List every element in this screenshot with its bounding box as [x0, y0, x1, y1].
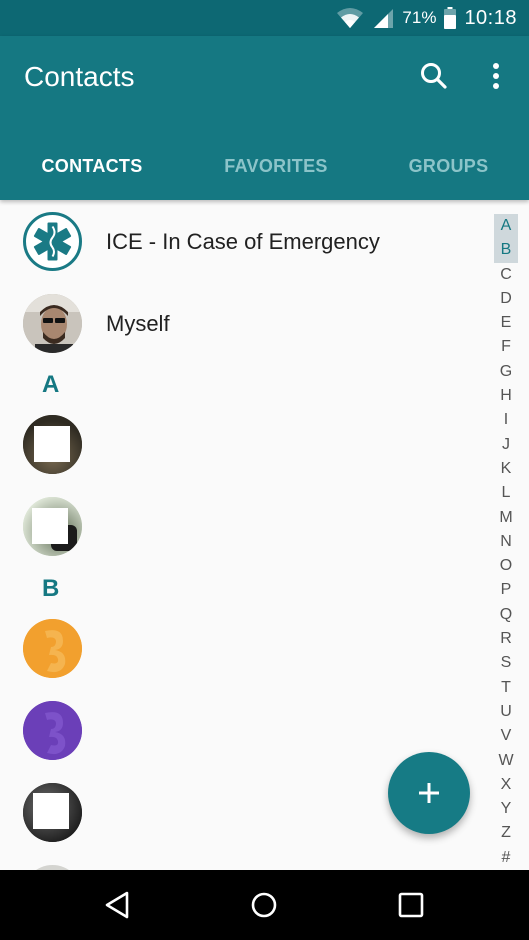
alphabet-letter[interactable]: E	[494, 311, 518, 335]
clock: 10:18	[464, 6, 517, 29]
section-header-b: B	[42, 575, 60, 602]
overflow-menu-icon[interactable]	[482, 60, 510, 92]
search-icon[interactable]	[418, 60, 450, 92]
contacts-screen: 71% 10:18 Contacts CONTACTS FAVORITES GR…	[0, 0, 529, 940]
tab-groups[interactable]: GROUPS	[368, 132, 529, 200]
alphabet-letter[interactable]: #	[494, 846, 518, 870]
medical-star-icon	[23, 212, 82, 271]
avatar-orange	[23, 619, 82, 678]
avatar-purple	[23, 701, 82, 760]
alphabet-letter[interactable]: M	[494, 506, 518, 530]
contact-name: Myself	[106, 311, 170, 336]
alphabet-letter[interactable]: F	[494, 335, 518, 359]
alphabet-scroller[interactable]: A B C D E F G H I J K L M N O P Q R S T U V W X Y Z #	[494, 214, 518, 870]
contact-row-myself[interactable]: Myself	[0, 282, 490, 364]
alphabet-letter[interactable]: V	[494, 724, 518, 748]
contact-row[interactable]	[0, 486, 490, 568]
alphabet-letter[interactable]: U	[494, 700, 518, 724]
app-bar: Contacts CONTACTS FAVORITES GROUPS	[0, 36, 529, 200]
alphabet-letter[interactable]: H	[494, 384, 518, 408]
alphabet-letter[interactable]: R	[494, 627, 518, 651]
alphabet-letter[interactable]: B	[494, 238, 518, 263]
contact-row-ice[interactable]: ICE - In Case of Emergency	[0, 200, 490, 282]
contact-row[interactable]	[0, 608, 490, 690]
battery-percent: 71%	[402, 8, 437, 27]
tab-contacts[interactable]: CONTACTS	[0, 132, 184, 200]
status-bar: 71% 10:18	[0, 0, 529, 36]
alphabet-letter[interactable]: A	[494, 214, 518, 239]
recents-icon[interactable]	[393, 887, 429, 923]
alphabet-letter[interactable]: O	[494, 554, 518, 578]
tab-bar: CONTACTS FAVORITES GROUPS	[0, 132, 529, 200]
add-contact-button[interactable]	[388, 752, 470, 834]
alphabet-letter[interactable]: T	[494, 676, 518, 700]
alphabet-letter[interactable]: C	[494, 263, 518, 287]
contact-row[interactable]	[0, 404, 490, 486]
alphabet-letter[interactable]: S	[494, 651, 518, 675]
alphabet-letter[interactable]: I	[494, 408, 518, 432]
alphabet-letter[interactable]: K	[494, 457, 518, 481]
alphabet-letter[interactable]: W	[494, 749, 518, 773]
home-icon[interactable]	[246, 887, 282, 923]
avatar-photo	[23, 294, 82, 353]
back-icon[interactable]	[100, 887, 136, 923]
battery-icon	[444, 7, 457, 29]
page-title: Contacts	[24, 61, 135, 92]
alphabet-letter[interactable]: X	[494, 773, 518, 797]
signal-icon	[374, 9, 394, 28]
alphabet-letter[interactable]: L	[494, 481, 518, 505]
section-header-a: A	[42, 371, 60, 398]
avatar-photo	[23, 497, 82, 556]
contact-row[interactable]	[0, 854, 490, 870]
alphabet-letter[interactable]: Q	[494, 603, 518, 627]
avatar-photo	[23, 415, 82, 474]
alphabet-letter[interactable]: N	[494, 530, 518, 554]
navigation-bar	[0, 870, 529, 940]
alphabet-letter[interactable]: G	[494, 360, 518, 384]
avatar-photo	[23, 783, 82, 842]
alphabet-letter[interactable]: J	[494, 433, 518, 457]
contact-name: ICE - In Case of Emergency	[106, 229, 380, 254]
alphabet-letter[interactable]: Z	[494, 821, 518, 845]
alphabet-letter[interactable]: Y	[494, 797, 518, 821]
plus-icon	[419, 783, 439, 803]
wifi-icon	[337, 8, 364, 28]
alphabet-letter[interactable]: P	[494, 578, 518, 602]
alphabet-letter[interactable]: D	[494, 287, 518, 311]
tab-favorites[interactable]: FAVORITES	[184, 132, 368, 200]
